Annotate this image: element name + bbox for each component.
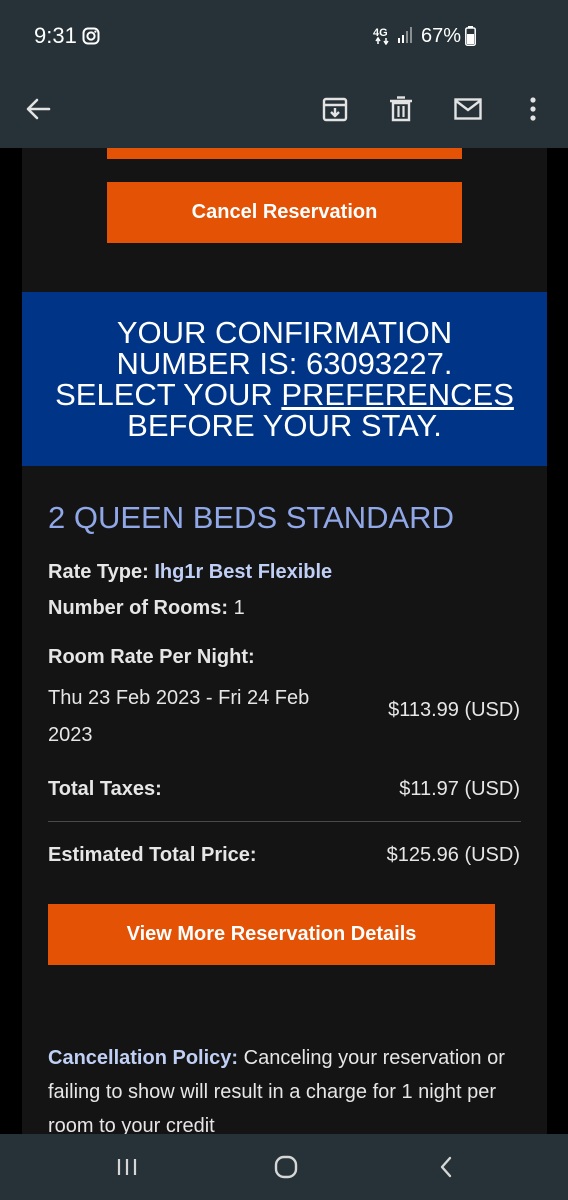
confirmation-banner: YOUR CONFIRMATION NUMBER IS: 63093227. S… <box>22 292 547 466</box>
room-rate-price: $113.99 (USD) <box>388 699 520 721</box>
app-bar <box>0 70 568 148</box>
more-options-icon[interactable] <box>511 87 555 131</box>
partial-action-button[interactable] <box>107 148 462 159</box>
back-arrow-icon[interactable] <box>16 87 60 131</box>
preferences-link[interactable]: PREFERENCES <box>281 377 514 412</box>
policy-label: Cancellation Policy: <box>48 1047 239 1069</box>
archive-icon[interactable] <box>313 87 357 131</box>
status-bar: 9:31 4G 67% <box>0 0 568 70</box>
confirmation-line-2: NUMBER IS: 63093227. <box>116 346 453 381</box>
signal-strength-icon <box>398 27 414 43</box>
room-rate-label: Room Rate Per Night: <box>48 646 255 668</box>
taxes-price: $11.97 (USD) <box>399 778 520 800</box>
room-type-title: 2 QUEEN BEDS STANDARD <box>48 500 454 535</box>
home-icon[interactable] <box>266 1151 306 1183</box>
price-divider <box>48 821 521 822</box>
confirmation-line-1: YOUR CONFIRMATION <box>116 315 453 350</box>
confirmation-line-3-prefix: SELECT YOUR <box>55 377 282 412</box>
rate-type-value: Ihg1r Best Flexible <box>154 561 333 583</box>
battery-icon <box>465 26 476 46</box>
rate-type-row: Rate Type: Ihg1r Best Flexible <box>48 558 332 586</box>
delete-icon[interactable] <box>379 87 423 131</box>
confirmation-line-3: SELECT YOUR PREFERENCES <box>22 379 547 410</box>
total-label: Estimated Total Price: <box>48 844 257 866</box>
confirmation-line-4: BEFORE YOUR STAY. <box>127 408 442 443</box>
back-nav-icon[interactable] <box>426 1151 466 1183</box>
status-time: 9:31 <box>34 23 77 48</box>
cancellation-policy: Cancellation Policy: Canceling your rese… <box>48 1041 528 1134</box>
rate-type-label: Rate Type: <box>48 561 149 583</box>
taxes-label: Total Taxes: <box>48 778 162 800</box>
reservation-card: Cancel Reservation YOUR CONFIRMATION NUM… <box>22 148 547 1134</box>
stay-date-range: Thu 23 Feb 2023 - Fri 24 Feb 2023 <box>48 687 310 746</box>
rooms-row: Number of Rooms: 1 <box>48 594 245 622</box>
total-price: $125.96 (USD) <box>386 844 520 866</box>
recent-apps-icon[interactable] <box>107 1151 147 1183</box>
rooms-label: Number of Rooms: <box>48 597 228 619</box>
cancel-reservation-button[interactable]: Cancel Reservation <box>107 182 462 243</box>
view-more-details-button[interactable]: View More Reservation Details <box>48 904 495 965</box>
network-type-icon: 4G <box>373 25 395 46</box>
instagram-notification-icon <box>82 27 100 45</box>
system-nav-bar <box>0 1134 568 1200</box>
email-body[interactable]: Cancel Reservation YOUR CONFIRMATION NUM… <box>0 148 568 1134</box>
mark-unread-icon[interactable] <box>446 87 490 131</box>
rooms-value: 1 <box>233 597 245 619</box>
battery-percentage: 67% <box>421 25 462 47</box>
network-type-label: 4G <box>373 27 388 39</box>
